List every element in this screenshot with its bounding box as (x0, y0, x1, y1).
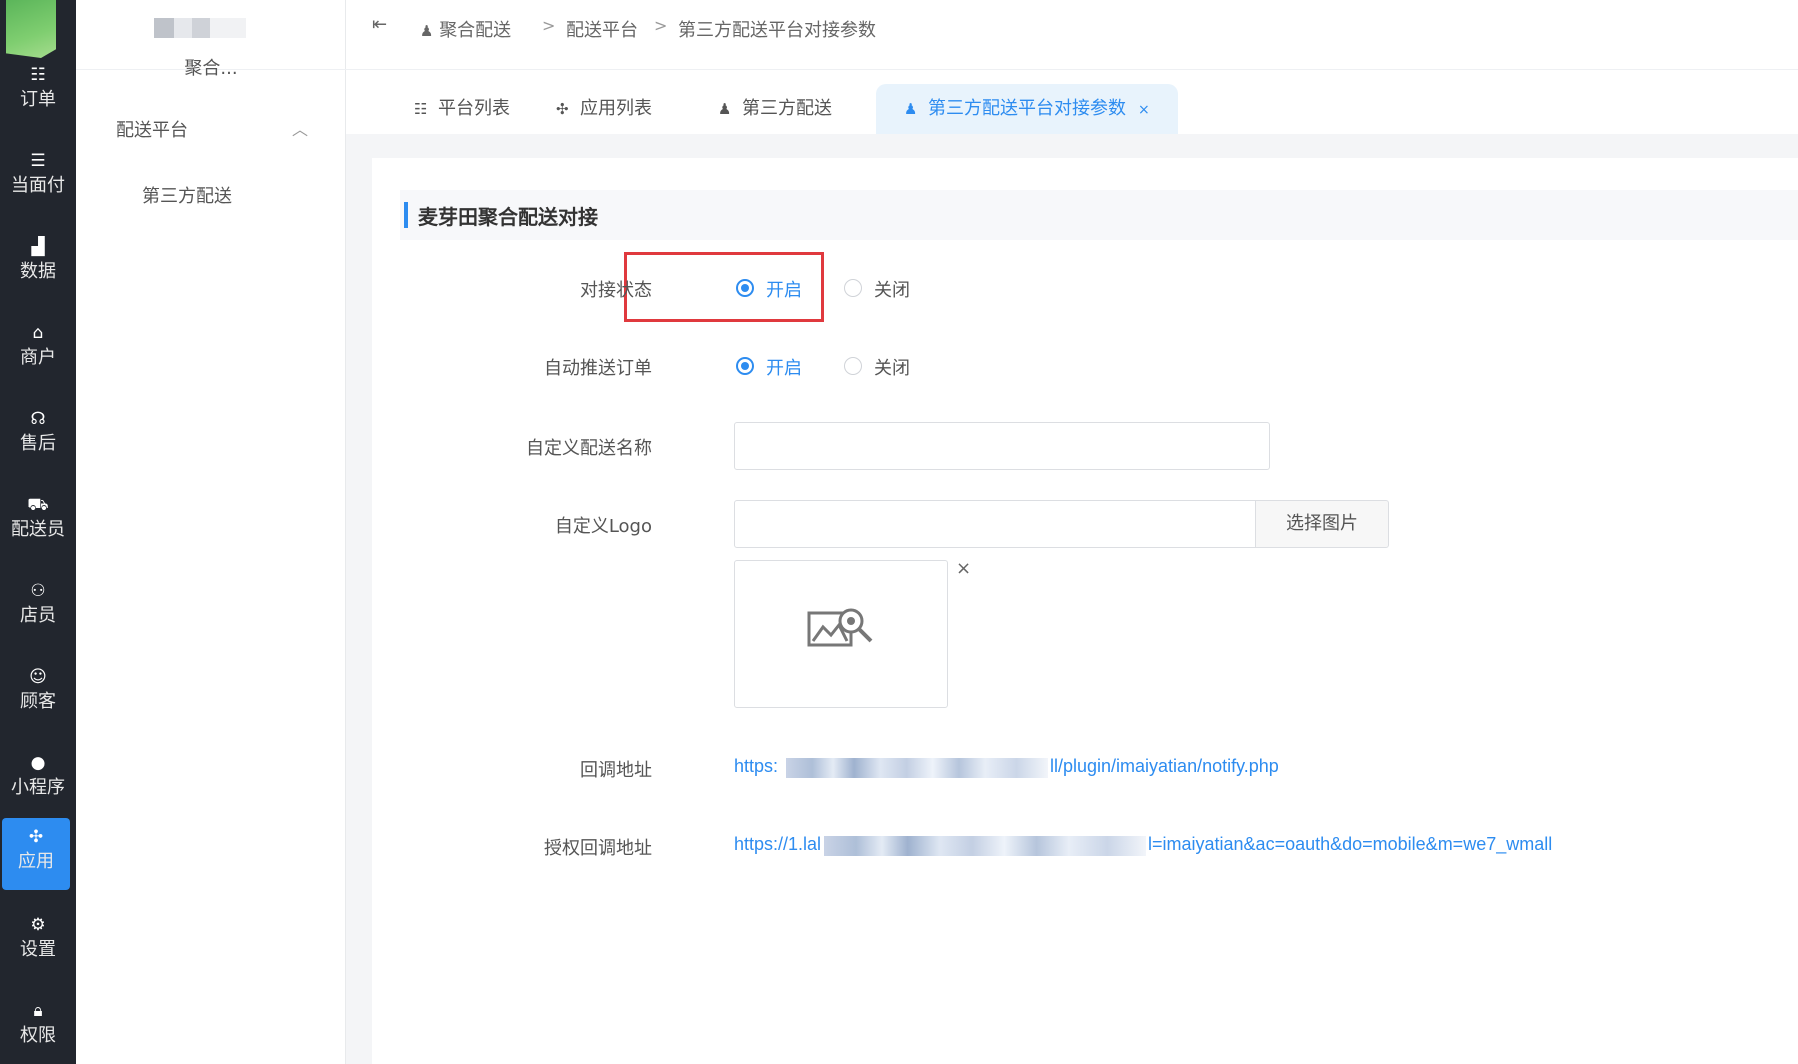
user-group-icon: ♟ (420, 22, 434, 40)
nav-item-after-sales[interactable]: ☊ 售后 (0, 400, 76, 472)
user-group-icon: ♟ (718, 100, 732, 118)
nav-item-staff[interactable]: ⚇ 店员 (0, 572, 76, 644)
auth-callback-label: 授权回调地址 (544, 838, 652, 859)
tab-bar: ☷ 平台列表 ✣ 应用列表 ♟ 第三方配送 ♟ 第三方配送平台对接参数 × (346, 70, 1798, 134)
nav-label: 配送员 (11, 519, 65, 540)
wechat-icon: ● (30, 753, 46, 773)
nav-label: 小程序 (11, 777, 65, 798)
auto-push-on-label[interactable]: 开启 (766, 354, 802, 380)
breadcrumb-item[interactable]: 配送平台 (566, 16, 638, 42)
nav-label: 订单 (20, 89, 56, 110)
nav-item-face-pay[interactable]: ☰ 当面付 (0, 142, 76, 214)
tab-platform-list[interactable]: ☷ 平台列表 (414, 84, 510, 134)
nav-item-customer[interactable]: ☺ 顾客 (0, 658, 76, 730)
auto-push-on-radio[interactable] (736, 357, 754, 375)
list-icon: ☷ (414, 100, 428, 118)
custom-logo-input[interactable] (734, 500, 1256, 548)
auto-push-off-radio[interactable] (844, 357, 862, 375)
nav-label: 顾客 (20, 691, 56, 712)
store-name[interactable]: 聚合... (76, 54, 346, 80)
sidebar-group-delivery-platform[interactable]: 配送平台 (116, 116, 188, 142)
store-avatar (146, 18, 286, 38)
breadcrumb-current: 第三方配送平台对接参数 (678, 20, 876, 41)
settings-icon: ⚙ (30, 915, 46, 935)
customer-icon: ☺ (29, 667, 47, 687)
close-icon[interactable]: × (1138, 102, 1150, 118)
status-off-radio[interactable] (844, 279, 862, 297)
staff-icon: ⚇ (30, 581, 46, 601)
logo-preview[interactable] (734, 560, 948, 708)
status-label: 对接状态 (580, 280, 652, 301)
sidebar-item-third-party-delivery[interactable]: 第三方配送 (142, 182, 232, 208)
nav-item-data[interactable]: ▟ 数据 (0, 228, 76, 300)
secondary-sidebar: 聚合... 配送平台 ︿ 第三方配送 (76, 0, 346, 1064)
store-header: 聚合... (76, 0, 346, 79)
collapse-menu-icon[interactable]: ⇤ (372, 14, 387, 35)
redacted-url (824, 836, 1146, 856)
list-icon: ☰ (30, 151, 46, 171)
section-header: 麦芽田聚合配送对接 (400, 190, 1798, 240)
status-on-label[interactable]: 开启 (766, 276, 802, 302)
tab-label: 第三方配送 (742, 98, 832, 119)
tab-label: 第三方配送平台对接参数 (928, 98, 1126, 119)
callback-label: 回调地址 (580, 760, 652, 781)
callback-url-prefix[interactable]: https: (734, 756, 778, 777)
nav-item-permissions[interactable]: 🔒︎ 权限 (0, 992, 76, 1064)
status-off-label[interactable]: 关闭 (874, 276, 910, 302)
custom-logo-label: 自定义Logo (554, 516, 652, 537)
nav-item-courier[interactable]: ⛟ 配送员 (0, 486, 76, 558)
breadcrumb-label: 聚合配送 (439, 20, 512, 41)
breadcrumb-separator: > (542, 16, 556, 35)
auto-push-off-label[interactable]: 关闭 (874, 354, 910, 380)
nav-item-merchant[interactable]: ⌂ 商户 (0, 314, 76, 386)
store-icon: ⌂ (32, 323, 44, 343)
image-placeholder-icon (807, 608, 873, 647)
nav-item-miniprogram[interactable]: ● 小程序 (0, 744, 76, 816)
nav-label: 店员 (20, 605, 56, 626)
apps-icon: ✣ (556, 100, 569, 118)
bar-chart-icon: ▟ (31, 237, 45, 257)
nav-label: 售后 (20, 433, 56, 454)
nav-item-settings[interactable]: ⚙ 设置 (0, 906, 76, 978)
tab-label: 应用列表 (580, 98, 652, 119)
content-card: 麦芽田聚合配送对接 对接状态 开启 关闭 自动推送订单 开启 关闭 自定义配送名… (372, 158, 1798, 1064)
tab-app-list[interactable]: ✣ 应用列表 (556, 84, 652, 134)
app-logo (6, 0, 56, 58)
nav-item-apps[interactable]: ✣ 应用 (2, 818, 70, 890)
nav-label: 设置 (20, 939, 56, 960)
pick-image-button[interactable]: 选择图片 (1255, 500, 1389, 548)
delivery-icon: ⛟ (27, 495, 49, 515)
section-accent-bar (404, 202, 408, 228)
section-title: 麦芽田聚合配送对接 (418, 205, 598, 229)
lock-icon: 🔒︎ (33, 1001, 43, 1021)
custom-name-label: 自定义配送名称 (526, 438, 652, 459)
callback-url-suffix[interactable]: ll/plugin/imaiyatian/notify.php (1050, 756, 1279, 777)
redacted-url (786, 758, 1048, 778)
headset-icon: ☊ (30, 409, 46, 429)
status-on-radio[interactable] (736, 279, 754, 297)
nav-label: 当面付 (11, 175, 65, 196)
nav-label: 数据 (20, 261, 56, 282)
nav-label: 商户 (20, 347, 56, 368)
auto-push-label: 自动推送订单 (544, 358, 652, 379)
nav-label: 权限 (20, 1025, 56, 1046)
chevron-up-icon[interactable]: ︿ (292, 116, 308, 140)
auth-callback-url-suffix[interactable]: l=imaiyatian&ac=oauth&do=mobile&m=we7_wm… (1148, 834, 1552, 855)
user-group-icon: ♟ (904, 100, 918, 118)
breadcrumb-item[interactable]: ♟ 聚合配送 (420, 16, 511, 42)
icon-sidebar: ☷ 订单 ☰ 当面付 ▟ 数据 ⌂ 商户 ☊ 售后 ⛟ 配送员 ⚇ 店员 ☺ 顾… (0, 0, 76, 1064)
remove-image-icon[interactable]: × (956, 558, 971, 579)
tab-label: 平台列表 (438, 98, 510, 119)
custom-name-input[interactable] (734, 422, 1270, 470)
breadcrumb-separator: > (654, 16, 668, 35)
list-icon: ☷ (30, 65, 46, 85)
nav-label: 应用 (18, 851, 54, 872)
tab-third-party-delivery[interactable]: ♟ 第三方配送 (718, 84, 832, 134)
apps-icon: ✣ (28, 827, 44, 847)
top-header: ⇤ ♟ 聚合配送 > 配送平台 > 第三方配送平台对接参数 (346, 0, 1798, 70)
auth-callback-url-prefix[interactable]: https://1.lal (734, 834, 821, 855)
nav-item-orders[interactable]: ☷ 订单 (0, 56, 76, 128)
tab-third-party-params[interactable]: ♟ 第三方配送平台对接参数 × (876, 84, 1178, 134)
